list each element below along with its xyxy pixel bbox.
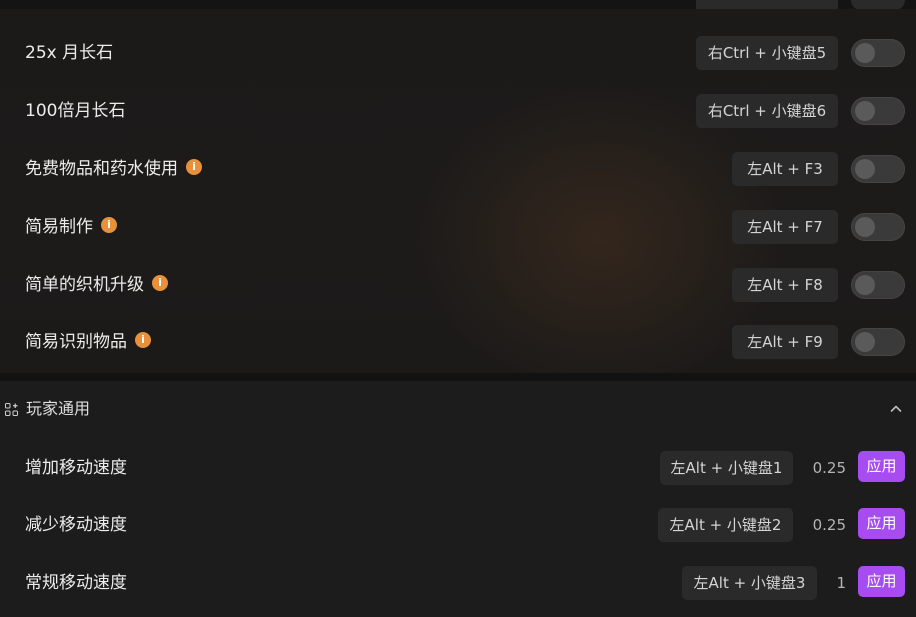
- hotkey-chip[interactable]: 右Ctrl + 小键盘6: [696, 94, 838, 128]
- cheat-label: 简易制作 i: [25, 207, 117, 247]
- speed-label: 增加移动速度: [25, 458, 127, 478]
- cheat-toggle[interactable]: [851, 39, 905, 67]
- hotkey-chip[interactable]: 左Alt + 小键盘2: [658, 508, 793, 542]
- speed-row: 增加移动速度 左Alt + 小键盘1 0.25 应用: [0, 448, 916, 488]
- section-title: 玩家通用: [26, 399, 91, 418]
- cheat-row: 免费物品和药水使用 i 左Alt + F3: [0, 149, 916, 189]
- cheat-label: 25x 月长石: [25, 43, 114, 63]
- speed-label: 常规移动速度: [25, 573, 127, 593]
- cheat-row: 简易识别物品 i 左Alt + F9: [0, 322, 916, 362]
- cheat-label: 免费物品和药水使用 i: [25, 149, 202, 189]
- info-icon[interactable]: i: [101, 217, 117, 233]
- speed-value: 0.25: [812, 459, 846, 477]
- speed-value: 1: [836, 574, 846, 592]
- toggle-knob: [855, 332, 875, 352]
- hotkey-chip[interactable]: 右Ctrl + 小键盘5: [696, 36, 838, 70]
- cheat-row: 简单的织机升级 i 左Alt + F8: [0, 265, 916, 305]
- apply-button[interactable]: 应用: [858, 451, 905, 482]
- apply-button[interactable]: 应用: [858, 566, 905, 597]
- cheats-panel: 25x 月长石 右Ctrl + 小键盘5 100倍月长石 右Ctrl + 小键盘…: [0, 9, 916, 373]
- hotkey-chip[interactable]: 左Alt + 小键盘1: [660, 451, 793, 485]
- hotkey-chip[interactable]: 左Alt + F9: [732, 325, 838, 359]
- section-divider: [0, 373, 916, 381]
- speed-row: 减少移动速度 左Alt + 小键盘2 0.25 应用: [0, 505, 916, 545]
- section-header[interactable]: 玩家通用: [0, 381, 916, 437]
- cheat-row: 25x 月长石 右Ctrl + 小键盘5: [0, 33, 916, 73]
- hotkey-chip[interactable]: 左Alt + F7: [732, 210, 838, 244]
- cheat-toggle[interactable]: [851, 155, 905, 183]
- info-icon[interactable]: i: [186, 159, 202, 175]
- cheat-label: 简单的织机升级 i: [25, 265, 168, 305]
- apply-button[interactable]: 应用: [858, 508, 905, 539]
- toggle-knob: [855, 159, 875, 179]
- speed-label: 减少移动速度: [25, 515, 127, 535]
- chevron-up-icon[interactable]: [888, 401, 904, 417]
- speed-value: 0.25: [812, 516, 846, 534]
- cheat-toggle[interactable]: [851, 271, 905, 299]
- hotkey-chip[interactable]: 左Alt + F3: [732, 152, 838, 186]
- info-icon[interactable]: i: [135, 332, 151, 348]
- cheat-label: 100倍月长石: [25, 101, 126, 121]
- info-icon[interactable]: i: [152, 275, 168, 291]
- cheat-row: 100倍月长石 右Ctrl + 小键盘6: [0, 91, 916, 131]
- cheat-toggle[interactable]: [851, 97, 905, 125]
- hotkey-chip[interactable]: 左Alt + F8: [732, 268, 838, 302]
- toggle-knob: [855, 217, 875, 237]
- cheat-toggle[interactable]: [851, 328, 905, 356]
- toggle-knob: [855, 101, 875, 121]
- toggle-knob: [855, 275, 875, 295]
- speed-row: 常规移动速度 左Alt + 小键盘3 1 应用: [0, 563, 916, 603]
- toggle-knob: [855, 43, 875, 63]
- player-general-section: 玩家通用 增加移动速度 左Alt + 小键盘1 0.25 应用 减少移动速度 左…: [0, 381, 916, 617]
- apps-grid-icon: [5, 403, 18, 416]
- cheat-label: 简易识别物品 i: [25, 322, 151, 362]
- cheat-row: 简易制作 i 左Alt + F7: [0, 207, 916, 247]
- cheat-toggle[interactable]: [851, 213, 905, 241]
- hotkey-chip[interactable]: 左Alt + 小键盘3: [682, 566, 817, 600]
